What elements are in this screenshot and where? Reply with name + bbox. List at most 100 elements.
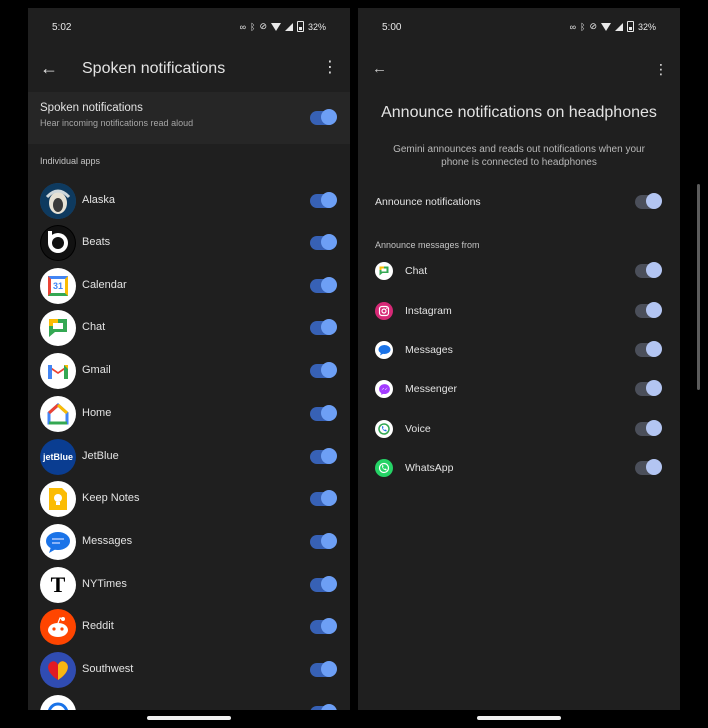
back-arrow-icon[interactable]: ← bbox=[40, 58, 58, 79]
nytimes-icon: T bbox=[40, 567, 76, 603]
source-label: Messages bbox=[405, 344, 453, 356]
home-toggle[interactable] bbox=[310, 405, 337, 421]
calendar-glyph: 31 bbox=[48, 276, 68, 296]
app-row-alaska[interactable]: Alaska bbox=[28, 180, 350, 222]
chat-toggle[interactable] bbox=[310, 319, 337, 335]
announce-label: Announce notifications bbox=[375, 196, 481, 208]
section-label-announce-from: Announce messages from bbox=[375, 240, 480, 250]
announce-notifications-row[interactable]: Announce notifications bbox=[358, 189, 680, 215]
app-row-partial[interactable] bbox=[28, 692, 350, 710]
app-label: JetBlue bbox=[82, 450, 119, 462]
spoken-notifications-master[interactable]: Spoken notifications Hear incoming notif… bbox=[28, 92, 350, 144]
toggle-knob bbox=[646, 193, 662, 209]
toggle-knob bbox=[321, 618, 337, 634]
wifi-icon bbox=[270, 22, 281, 31]
more-options-icon[interactable]: ⋮ bbox=[322, 60, 338, 76]
southwest-icon bbox=[40, 652, 76, 688]
messages-icon bbox=[40, 524, 76, 560]
app-row-calendar[interactable]: 31 Calendar bbox=[28, 265, 350, 307]
status-bar: 5:02 ∞ ᛒ ⊘ 32% bbox=[28, 8, 350, 44]
app-row-beats[interactable]: Beats bbox=[28, 222, 350, 264]
nav-gesture-bar-right[interactable] bbox=[477, 716, 561, 720]
source-row-whatsapp[interactable]: WhatsApp bbox=[358, 455, 680, 481]
app-row-messages[interactable]: Messages bbox=[28, 521, 350, 563]
beats-toggle[interactable] bbox=[310, 234, 337, 250]
source-row-messenger[interactable]: Messenger bbox=[358, 376, 680, 402]
status-time: 5:00 bbox=[382, 22, 402, 33]
gmail-icon bbox=[40, 353, 76, 389]
nav-gesture-bar-left[interactable] bbox=[147, 716, 231, 720]
whatsapp-toggle[interactable] bbox=[635, 459, 662, 475]
source-row-messages[interactable]: Messages bbox=[358, 337, 680, 363]
vibrate-off-icon: ⊘ bbox=[589, 21, 597, 31]
chat-icon bbox=[375, 262, 393, 280]
status-icons: ∞ ᛒ ⊘ 32% bbox=[570, 21, 656, 32]
toggle-knob bbox=[321, 109, 337, 125]
right-screen: 5:00 ∞ ᛒ ⊘ 32% ← ⋮ Announce notification… bbox=[358, 8, 680, 710]
cellular-icon bbox=[614, 22, 623, 31]
instagram-icon bbox=[375, 302, 393, 320]
app-row-home[interactable]: Home bbox=[28, 393, 350, 435]
scrollbar[interactable] bbox=[697, 184, 700, 390]
keep-notes-toggle[interactable] bbox=[310, 490, 337, 506]
app-label: Gmail bbox=[82, 364, 111, 376]
source-row-instagram[interactable]: Instagram bbox=[358, 298, 680, 324]
toggle-knob bbox=[321, 192, 337, 208]
section-label-individual-apps: Individual apps bbox=[40, 156, 101, 166]
announce-toggle[interactable] bbox=[635, 193, 662, 209]
messenger-icon bbox=[375, 380, 393, 398]
jetblue-toggle[interactable] bbox=[310, 448, 337, 464]
toggle-knob bbox=[646, 262, 662, 278]
app-label: Southwest bbox=[82, 663, 134, 675]
messenger-toggle[interactable] bbox=[635, 380, 662, 396]
toggle-knob bbox=[321, 277, 337, 293]
instagram-toggle[interactable] bbox=[635, 302, 662, 318]
app-label: Alaska bbox=[82, 194, 116, 206]
alaska-toggle[interactable] bbox=[310, 192, 337, 208]
nytimes-toggle[interactable] bbox=[310, 576, 337, 592]
app-row-reddit[interactable]: Reddit bbox=[28, 606, 350, 648]
back-arrow-icon[interactable]: ← bbox=[372, 60, 387, 77]
status-time: 5:02 bbox=[52, 22, 72, 33]
southwest-toggle[interactable] bbox=[310, 661, 337, 677]
voice-toggle[interactable] bbox=[635, 420, 662, 436]
toggle-knob bbox=[321, 533, 337, 549]
calendar-toggle[interactable] bbox=[310, 277, 337, 293]
gmail-toggle[interactable] bbox=[310, 362, 337, 378]
app-row-southwest[interactable]: Southwest bbox=[28, 649, 350, 691]
more-options-icon[interactable]: ⋮ bbox=[654, 62, 668, 76]
battery-percent: 32% bbox=[637, 21, 656, 32]
toggle-knob bbox=[646, 459, 662, 475]
source-row-voice[interactable]: Voice bbox=[358, 416, 680, 442]
reddit-toggle[interactable] bbox=[310, 618, 337, 634]
source-row-chat[interactable]: Chat bbox=[358, 258, 680, 284]
page-description: Gemini announces and reads out notificat… bbox=[393, 144, 645, 168]
battery-percent: 32% bbox=[307, 21, 326, 32]
toggle-knob bbox=[321, 704, 337, 710]
app-row-jetblue[interactable]: jetBlue JetBlue bbox=[28, 436, 350, 478]
app-label: Reddit bbox=[82, 620, 114, 632]
wifi-icon bbox=[600, 22, 611, 31]
app-row-chat[interactable]: Chat bbox=[28, 307, 350, 349]
reddit-icon bbox=[40, 609, 76, 645]
chat-icon bbox=[40, 310, 76, 346]
master-toggle[interactable] bbox=[310, 109, 337, 125]
app-row-keep-notes[interactable]: Keep Notes bbox=[28, 478, 350, 520]
keep-notes-icon bbox=[40, 481, 76, 517]
app-row-nytimes[interactable]: T NYTimes bbox=[28, 564, 350, 606]
app-row-gmail[interactable]: Gmail bbox=[28, 350, 350, 392]
toggle-knob bbox=[646, 341, 662, 357]
beats-icon bbox=[40, 225, 76, 261]
battery-icon bbox=[626, 21, 634, 32]
chat-toggle[interactable] bbox=[635, 262, 662, 278]
toggle-knob bbox=[321, 405, 337, 421]
app-icon bbox=[40, 695, 76, 710]
source-label: WhatsApp bbox=[405, 462, 454, 474]
toggle-knob bbox=[646, 420, 662, 436]
app-toggle[interactable] bbox=[310, 704, 337, 710]
messages-toggle[interactable] bbox=[635, 341, 662, 357]
status-bar: 5:00 ∞ ᛒ ⊘ 32% bbox=[358, 8, 680, 44]
toggle-knob bbox=[646, 380, 662, 396]
cellular-icon bbox=[284, 22, 293, 31]
messages-toggle[interactable] bbox=[310, 533, 337, 549]
